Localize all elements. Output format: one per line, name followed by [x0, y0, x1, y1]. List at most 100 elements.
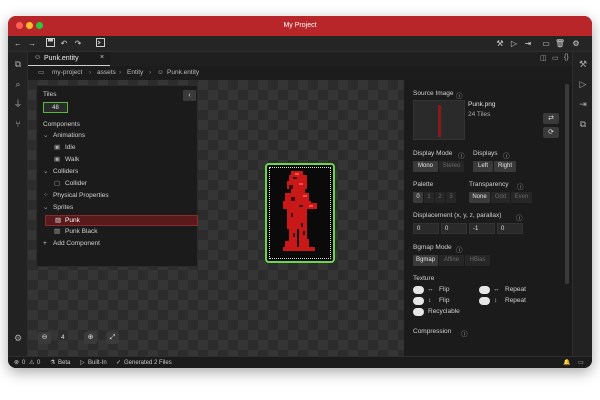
palette-label: Palette [413, 181, 434, 188]
folder-icon: ▭ [38, 69, 45, 76]
wrench-icon[interactable]: ⚒ [494, 38, 506, 50]
bgmap-mode-bgmap[interactable]: Bgmap [413, 255, 438, 266]
split-editor-icon[interactable]: ◫ [540, 54, 547, 62]
redo-icon[interactable]: ↷ [72, 38, 84, 50]
display-mode-stereo[interactable]: Stereo [439, 161, 464, 172]
chevron-down-icon: ⌄ [43, 132, 49, 139]
play-icon[interactable]: ▷ [577, 78, 589, 90]
search-icon[interactable]: ⌕ [12, 78, 24, 90]
tree-item-idle[interactable]: ▣ Idle [37, 143, 199, 154]
gear-icon[interactable]: ⚙ [12, 332, 24, 344]
beaker-icon: ⚗ [50, 360, 56, 366]
tree-item-collider[interactable]: ▢ Collider [37, 179, 199, 190]
palette-option-1[interactable]: 1 [424, 192, 434, 203]
compression-label: Compression [413, 328, 452, 335]
code-icon[interactable]: {} [564, 54, 569, 61]
tree-item-punk-black[interactable]: ▨ Punk Black [37, 227, 199, 238]
image-icon: ▨ [55, 217, 62, 224]
properties-scrollbar[interactable] [565, 84, 569, 284]
texture-repeat-horizontal-toggle[interactable] [479, 286, 490, 294]
palette-option-3[interactable]: 3 [446, 192, 456, 203]
transparency-none[interactable]: None [469, 192, 490, 203]
add-component-label: Add Component [53, 240, 100, 247]
beta-label[interactable]: Beta [58, 357, 70, 368]
toolbar: ← → ↶ ↷ ⚒ ▷ ⇥ ▭ 🗑 ⚙ [8, 36, 592, 52]
fit-to-view-button[interactable]: ⤢ [106, 332, 119, 344]
explorer-icon[interactable]: ⧉ [12, 58, 24, 70]
displacement-parallax-input[interactable]: 0 [497, 223, 523, 234]
layout-icon[interactable]: ▭ [552, 54, 559, 62]
bgmap-mode-hbias[interactable]: HBias [465, 255, 490, 266]
sprite-preview[interactable] [265, 163, 335, 263]
panels-icon[interactable]: ⧉ [577, 118, 589, 130]
tree-item-sprites[interactable]: ⌄ Sprites [37, 203, 199, 214]
info-icon: ⓘ [458, 153, 465, 160]
tree-item-colliders[interactable]: ⌄ Colliders [37, 167, 199, 178]
swap-image-button[interactable]: ⇄ [543, 113, 559, 124]
texture-label: Texture [413, 275, 435, 282]
breadcrumb-item[interactable]: my-project [52, 66, 82, 80]
physics-icon: ⁘ [43, 192, 49, 199]
add-component-button[interactable]: + Add Component [37, 239, 199, 250]
save-icon[interactable] [44, 38, 56, 50]
build-icon[interactable]: ⚒ [577, 58, 589, 70]
transparency-even[interactable]: Even [511, 192, 532, 203]
breadcrumb-item[interactable]: Entity [127, 66, 143, 80]
flash-icon[interactable]: ⇥ [522, 38, 534, 50]
tree-item-animations[interactable]: ⌄ Animations [37, 131, 199, 142]
displays-right[interactable]: Right [494, 161, 516, 172]
displacement-x-input[interactable]: 0 [413, 223, 439, 234]
emulator-icon[interactable]: ▭ [540, 38, 552, 50]
tiles-field[interactable]: 48 [43, 102, 68, 113]
refresh-image-button[interactable]: ⟳ [543, 127, 559, 138]
info-icon: ⓘ [456, 247, 463, 254]
close-tab-icon[interactable]: × [100, 54, 104, 61]
bgmap-mode-affine[interactable]: Affine [439, 255, 464, 266]
undo-icon[interactable]: ↶ [58, 38, 70, 50]
breadcrumb-separator: › [149, 69, 152, 76]
displays-left[interactable]: Left [473, 161, 493, 172]
source-image-thumbnail[interactable] [413, 100, 465, 140]
notifications-icon[interactable]: 🔔 [563, 357, 570, 368]
back-icon[interactable]: ← [12, 38, 24, 50]
texture-repeat-vertical-label: Repeat [505, 297, 526, 304]
status-bar: ⊗ 0 ⚠ 0 ⚗ Beta ▷ Built-In ✓ Generated 2 … [8, 356, 592, 368]
displacement-y-input[interactable]: 0 [441, 223, 467, 234]
tab-punk-entity[interactable]: ☺ Punk.entity × [28, 52, 110, 66]
run-icon[interactable]: ▷ [508, 38, 520, 50]
displacement-z-input[interactable]: -1 [469, 223, 495, 234]
export-icon[interactable]: ⇥ [577, 98, 589, 110]
builtin-label[interactable]: Built-In [88, 357, 107, 368]
display-mode-mono[interactable]: Mono [413, 161, 438, 172]
tree-item-walk[interactable]: ▣ Walk [37, 155, 199, 166]
smiley-icon: ☺ [157, 69, 164, 76]
zoom-level[interactable]: 4 [61, 334, 65, 341]
texture-recyclable-label: Recyclable [428, 308, 460, 315]
plugin-icon[interactable]: ⏚ [12, 98, 24, 110]
texture-recyclable-toggle[interactable] [413, 308, 424, 316]
warning-count[interactable]: 0 [37, 357, 40, 368]
info-icon: ⓘ [517, 184, 524, 191]
breadcrumb: ▭ my-project › assets › Entity › ☺ Punk.… [28, 66, 572, 80]
texture-flip-horizontal-toggle[interactable] [413, 286, 424, 294]
zoom-in-button[interactable]: ⊕ [84, 332, 97, 344]
transparency-odd[interactable]: Odd [491, 192, 510, 203]
palette-option-0[interactable]: 0 [413, 192, 423, 203]
tree-item-physical-properties[interactable]: ⁘ Physical Properties [37, 191, 199, 202]
settings-icon[interactable]: ⚙ [570, 38, 582, 50]
terminal-icon[interactable] [94, 38, 106, 50]
tree-item-punk[interactable]: ▨ Punk [45, 215, 198, 226]
source-control-icon[interactable]: ⑂ [12, 118, 24, 130]
palette-option-2[interactable]: 2 [435, 192, 445, 203]
forward-icon[interactable]: → [26, 38, 38, 50]
texture-repeat-vertical-toggle[interactable] [479, 297, 490, 305]
panel-toggle-icon[interactable]: ▭ [578, 357, 584, 368]
texture-flip-vertical-toggle[interactable] [413, 297, 424, 305]
breadcrumb-item[interactable]: Punk.entity [167, 66, 199, 80]
breadcrumb-item[interactable]: assets [97, 66, 116, 80]
zoom-out-button[interactable]: ⊖ [38, 332, 51, 344]
collapse-panel-button[interactable]: ‹ [183, 90, 196, 101]
error-count[interactable]: 0 [22, 357, 25, 368]
generated-files-label[interactable]: Generated 2 Files [124, 357, 172, 368]
trash-icon[interactable]: 🗑 [554, 38, 566, 50]
